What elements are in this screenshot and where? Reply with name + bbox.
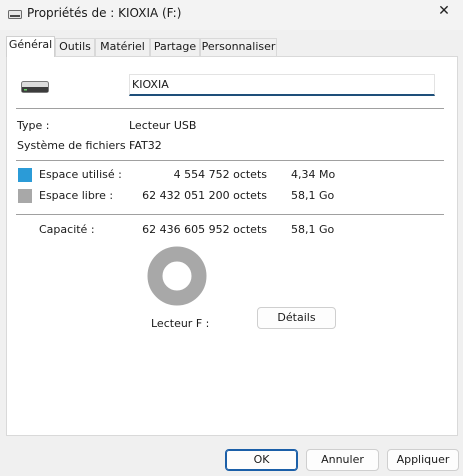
- tab-label: Outils: [59, 40, 91, 53]
- cancel-button[interactable]: Annuler: [306, 449, 379, 471]
- general-panel: [6, 56, 458, 436]
- details-button[interactable]: Détails: [257, 307, 336, 329]
- capacity-short: 58,1 Go: [291, 223, 335, 236]
- tab-tools[interactable]: Outils: [55, 38, 95, 56]
- tab-label: Personnaliser: [201, 40, 276, 53]
- title-bar[interactable]: Propriétés de : KIOXIA (F:) ✕: [0, 0, 463, 30]
- tab-general[interactable]: Général: [6, 36, 55, 57]
- used-space-bytes: 4 554 752 octets: [173, 168, 267, 181]
- usage-donut-chart: [147, 246, 207, 306]
- apply-button-label: Appliquer: [396, 453, 450, 466]
- divider: [16, 214, 444, 215]
- free-space-swatch: [18, 189, 32, 203]
- drive-label: Lecteur F :: [151, 317, 210, 330]
- divider: [16, 108, 444, 109]
- used-space-short: 4,34 Mo: [291, 168, 336, 181]
- free-space-label: Espace libre :: [39, 189, 114, 202]
- type-value: Lecteur USB: [129, 119, 197, 132]
- tab-customize[interactable]: Personnaliser: [200, 38, 277, 56]
- cancel-button-label: Annuler: [321, 453, 364, 466]
- filesystem-value: FAT32: [129, 139, 162, 152]
- capacity-label: Capacité :: [39, 223, 95, 236]
- type-label: Type :: [17, 119, 50, 132]
- ok-button-label: OK: [253, 453, 270, 466]
- details-button-label: Détails: [277, 311, 316, 324]
- close-button[interactable]: ✕: [425, 0, 463, 24]
- filesystem-label: Système de fichiers :: [17, 139, 133, 152]
- divider: [16, 160, 444, 161]
- ok-button[interactable]: OK: [225, 449, 298, 471]
- drive-icon: [8, 10, 22, 19]
- tab-label: Partage: [153, 40, 197, 53]
- apply-button[interactable]: Appliquer: [387, 449, 459, 471]
- capacity-bytes: 62 436 605 952 octets: [142, 223, 267, 236]
- volume-name-input[interactable]: [129, 74, 435, 96]
- window-title: Propriétés de : KIOXIA (F:): [27, 6, 182, 20]
- tab-sharing[interactable]: Partage: [150, 38, 200, 56]
- usb-drive-icon: [21, 81, 49, 93]
- free-space-bytes: 62 432 051 200 octets: [142, 189, 267, 202]
- free-space-short: 58,1 Go: [291, 189, 335, 202]
- tab-label: Matériel: [100, 40, 145, 53]
- used-space-swatch: [18, 168, 32, 182]
- tab-hardware[interactable]: Matériel: [95, 38, 150, 56]
- tab-label: Général: [8, 38, 53, 51]
- close-icon: ✕: [438, 3, 450, 19]
